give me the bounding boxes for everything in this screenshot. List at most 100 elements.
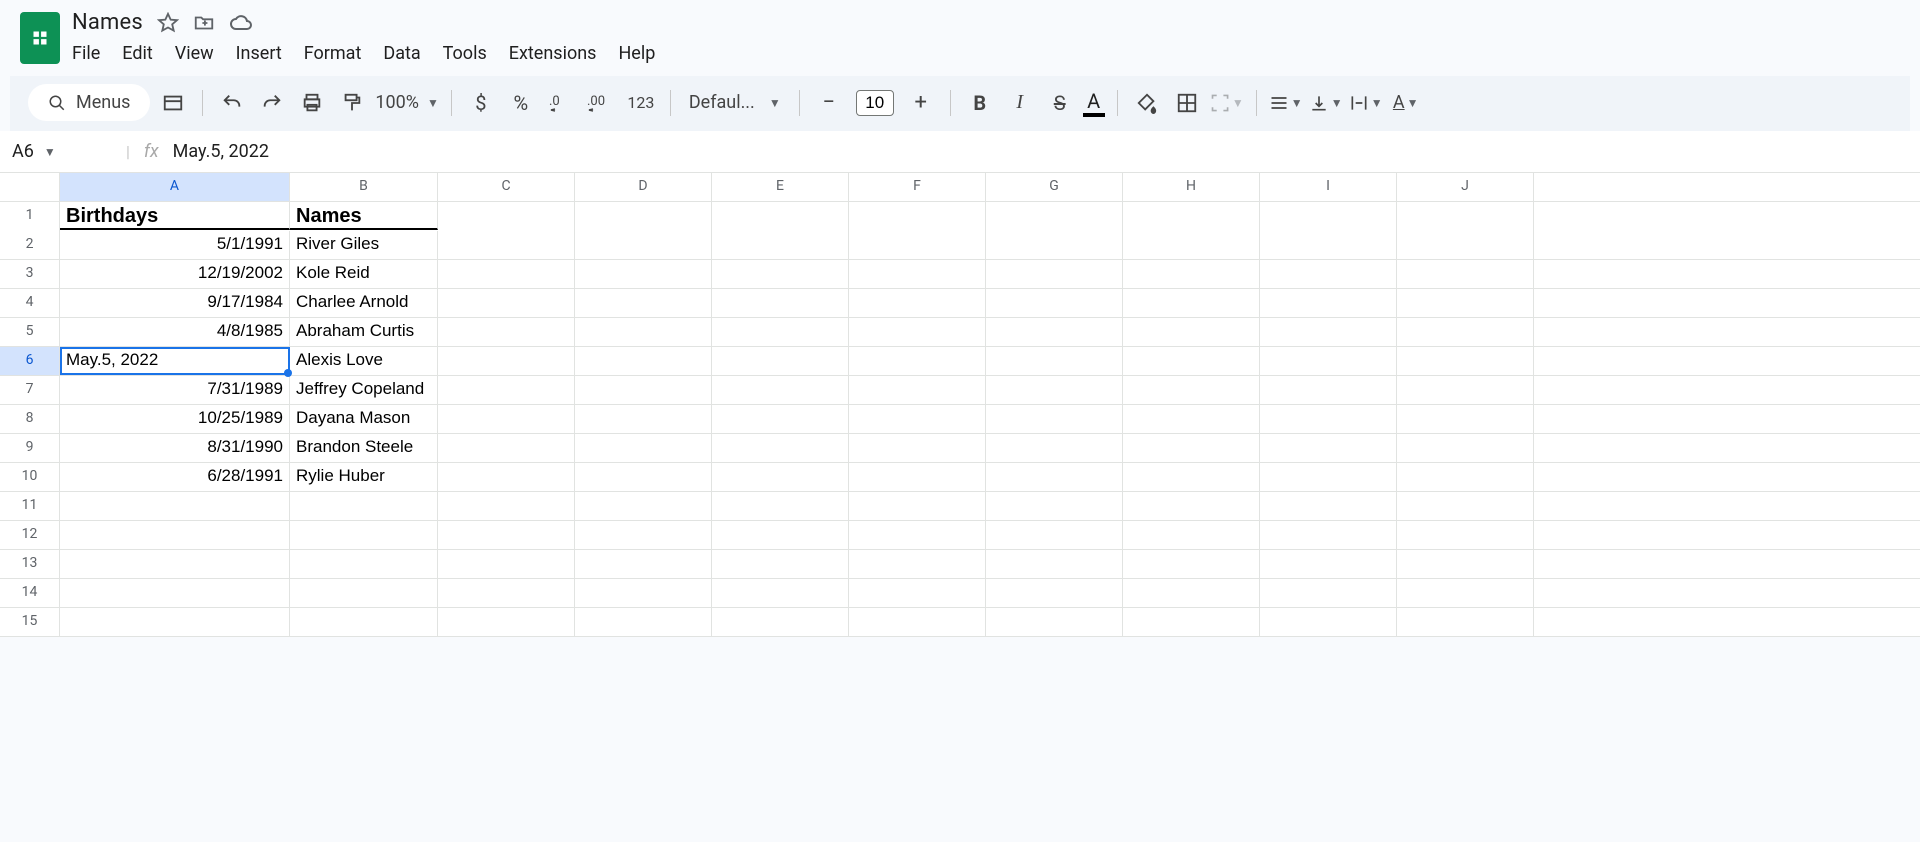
cell-I15[interactable] <box>1260 608 1397 636</box>
cell-G12[interactable] <box>986 521 1123 549</box>
column-header-I[interactable]: I <box>1260 173 1397 201</box>
cell-J13[interactable] <box>1397 550 1534 578</box>
cell-E9[interactable] <box>712 434 849 462</box>
cell-J15[interactable] <box>1397 608 1534 636</box>
cell-J5[interactable] <box>1397 318 1534 346</box>
text-wrap-button[interactable]: ▼ <box>1349 86 1383 120</box>
cell-D3[interactable] <box>575 260 712 288</box>
menu-help[interactable]: Help <box>618 41 655 66</box>
row-header-10[interactable]: 10 <box>0 463 60 491</box>
cell-E10[interactable] <box>712 463 849 491</box>
cell-F6[interactable] <box>849 347 986 375</box>
cell-C2[interactable] <box>438 231 575 259</box>
cell-A1[interactable]: Birthdays <box>60 202 290 230</box>
cell-I3[interactable] <box>1260 260 1397 288</box>
cell-G2[interactable] <box>986 231 1123 259</box>
cell-D5[interactable] <box>575 318 712 346</box>
cell-G6[interactable] <box>986 347 1123 375</box>
cell-C10[interactable] <box>438 463 575 491</box>
cell-J11[interactable] <box>1397 492 1534 520</box>
cell-C13[interactable] <box>438 550 575 578</box>
cell-I11[interactable] <box>1260 492 1397 520</box>
cell-F7[interactable] <box>849 376 986 404</box>
cell-F4[interactable] <box>849 289 986 317</box>
cell-D8[interactable] <box>575 405 712 433</box>
cell-C9[interactable] <box>438 434 575 462</box>
cell-H8[interactable] <box>1123 405 1260 433</box>
menu-edit[interactable]: Edit <box>122 41 152 66</box>
cell-J6[interactable] <box>1397 347 1534 375</box>
cell-H4[interactable] <box>1123 289 1260 317</box>
cell-D2[interactable] <box>575 231 712 259</box>
cell-H6[interactable] <box>1123 347 1260 375</box>
cell-F9[interactable] <box>849 434 986 462</box>
cell-A9[interactable]: 8/31/1990 <box>60 434 290 462</box>
cell-F12[interactable] <box>849 521 986 549</box>
cell-F15[interactable] <box>849 608 986 636</box>
formula-bar-input[interactable]: May.5, 2022 <box>173 141 269 162</box>
cell-J9[interactable] <box>1397 434 1534 462</box>
cell-B3[interactable]: Kole Reid <box>290 260 438 288</box>
cell-J7[interactable] <box>1397 376 1534 404</box>
cell-E8[interactable] <box>712 405 849 433</box>
menu-extensions[interactable]: Extensions <box>509 41 597 66</box>
cell-J14[interactable] <box>1397 579 1534 607</box>
print-button[interactable] <box>295 86 329 120</box>
bold-button[interactable]: B <box>963 86 997 120</box>
cell-I5[interactable] <box>1260 318 1397 346</box>
row-header-5[interactable]: 5 <box>0 318 60 346</box>
cell-E15[interactable] <box>712 608 849 636</box>
vertical-align-button[interactable]: ▼ <box>1309 86 1343 120</box>
cell-G7[interactable] <box>986 376 1123 404</box>
row-header-2[interactable]: 2 <box>0 231 60 259</box>
cell-B15[interactable] <box>290 608 438 636</box>
cell-E14[interactable] <box>712 579 849 607</box>
cell-C1[interactable] <box>438 202 575 231</box>
cell-H3[interactable] <box>1123 260 1260 288</box>
text-color-button[interactable]: A <box>1083 89 1105 117</box>
cell-I8[interactable] <box>1260 405 1397 433</box>
paint-format-button[interactable] <box>335 86 369 120</box>
cell-E4[interactable] <box>712 289 849 317</box>
cell-B8[interactable]: Dayana Mason <box>290 405 438 433</box>
cell-A2[interactable]: 5/1/1991 <box>60 231 290 259</box>
cell-J8[interactable] <box>1397 405 1534 433</box>
undo-button[interactable] <box>215 86 249 120</box>
cell-B2[interactable]: River Giles <box>290 231 438 259</box>
cell-B11[interactable] <box>290 492 438 520</box>
cell-G5[interactable] <box>986 318 1123 346</box>
cell-I7[interactable] <box>1260 376 1397 404</box>
cell-I14[interactable] <box>1260 579 1397 607</box>
decrease-font-button[interactable]: − <box>812 86 846 120</box>
cell-E6[interactable] <box>712 347 849 375</box>
cell-D4[interactable] <box>575 289 712 317</box>
zoom-dropdown[interactable]: 100% ▼ <box>375 92 438 113</box>
cell-A4[interactable]: 9/17/1984 <box>60 289 290 317</box>
horizontal-align-button[interactable]: ▼ <box>1269 86 1303 120</box>
cell-C7[interactable] <box>438 376 575 404</box>
cell-E7[interactable] <box>712 376 849 404</box>
cell-I2[interactable] <box>1260 231 1397 259</box>
cell-F11[interactable] <box>849 492 986 520</box>
currency-button[interactable]: $ <box>464 86 498 120</box>
menu-file[interactable]: File <box>72 41 100 66</box>
column-header-A[interactable]: A <box>60 173 290 201</box>
cell-G1[interactable] <box>986 202 1123 231</box>
cell-B12[interactable] <box>290 521 438 549</box>
font-size-input[interactable] <box>856 90 894 116</box>
cell-J3[interactable] <box>1397 260 1534 288</box>
cell-I10[interactable] <box>1260 463 1397 491</box>
cell-I13[interactable] <box>1260 550 1397 578</box>
cell-B6[interactable]: Alexis Love <box>290 347 438 375</box>
cell-E13[interactable] <box>712 550 849 578</box>
cell-D9[interactable] <box>575 434 712 462</box>
select-all-corner[interactable] <box>0 173 60 201</box>
cell-H9[interactable] <box>1123 434 1260 462</box>
column-header-J[interactable]: J <box>1397 173 1534 201</box>
fill-color-button[interactable] <box>1130 86 1164 120</box>
column-header-H[interactable]: H <box>1123 173 1260 201</box>
row-header-6[interactable]: 6 <box>0 347 60 375</box>
menus-search[interactable]: Menus <box>28 84 150 121</box>
cell-C11[interactable] <box>438 492 575 520</box>
cell-C3[interactable] <box>438 260 575 288</box>
